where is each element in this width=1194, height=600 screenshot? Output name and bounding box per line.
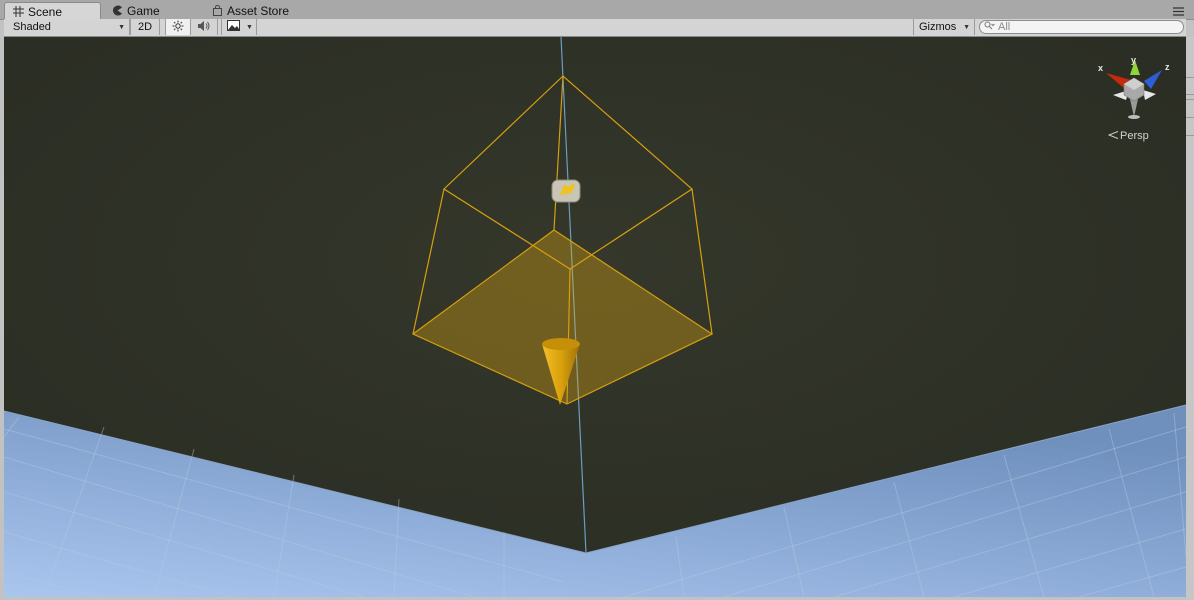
scene-viewport[interactable]: x y z bbox=[4, 37, 1186, 597]
light-icon bbox=[551, 179, 581, 203]
tab-game[interactable]: Game bbox=[104, 2, 194, 19]
chevron-down-icon: ▼ bbox=[246, 23, 253, 31]
projection-toggle[interactable]: Persp bbox=[1107, 130, 1149, 142]
chevron-down-icon: ▼ bbox=[118, 23, 125, 31]
tab-scene-label: Scene bbox=[28, 4, 63, 19]
shading-mode-dropdown[interactable]: Shaded ▼ bbox=[4, 19, 130, 35]
gizmo-axis-y-label[interactable]: y bbox=[1131, 55, 1136, 65]
scene-effects-dropdown[interactable]: ▼ bbox=[221, 19, 257, 35]
gizmo-axis-x-label[interactable]: x bbox=[1098, 63, 1103, 73]
search-placeholder: All bbox=[998, 21, 1011, 33]
scene-toolbar: Shaded ▼ 2D ▼ Gizmos ▼ All bbox=[4, 19, 1186, 37]
right-panel-edge bbox=[1186, 37, 1194, 600]
gizmos-label: Gizmos bbox=[919, 21, 957, 33]
tab-game-label: Game bbox=[127, 3, 160, 18]
bag-icon bbox=[212, 5, 223, 16]
hierarchy-search-field[interactable]: All bbox=[979, 20, 1184, 34]
gizmos-dropdown[interactable]: Gizmos ▼ bbox=[913, 19, 975, 35]
image-icon bbox=[227, 20, 240, 34]
grid-icon bbox=[13, 6, 24, 17]
shading-mode-value: Shaded bbox=[13, 21, 51, 33]
pacman-icon bbox=[112, 5, 123, 16]
search-icon bbox=[984, 21, 996, 33]
2d-mode-toggle[interactable]: 2D bbox=[130, 19, 160, 35]
sun-icon bbox=[172, 20, 184, 35]
speaker-icon bbox=[197, 20, 211, 35]
tab-asset-store[interactable]: Asset Store bbox=[204, 2, 314, 19]
gizmo-axis-z-label[interactable]: z bbox=[1165, 62, 1170, 72]
chevron-down-icon: ▼ bbox=[963, 23, 970, 31]
projection-label: Persp bbox=[1120, 130, 1149, 142]
2d-mode-label: 2D bbox=[137, 21, 153, 33]
perspective-icon bbox=[1107, 130, 1119, 142]
tab-menu-icon[interactable] bbox=[1173, 7, 1184, 19]
tab-scene[interactable]: Scene bbox=[4, 2, 101, 20]
tab-asset-store-label: Asset Store bbox=[227, 3, 290, 18]
scene-render bbox=[4, 37, 1186, 597]
scene-lighting-toggle[interactable] bbox=[165, 19, 191, 35]
window-tab-bar: Scene Game Asset Store bbox=[0, 0, 1194, 20]
scene-audio-toggle[interactable] bbox=[191, 19, 218, 35]
